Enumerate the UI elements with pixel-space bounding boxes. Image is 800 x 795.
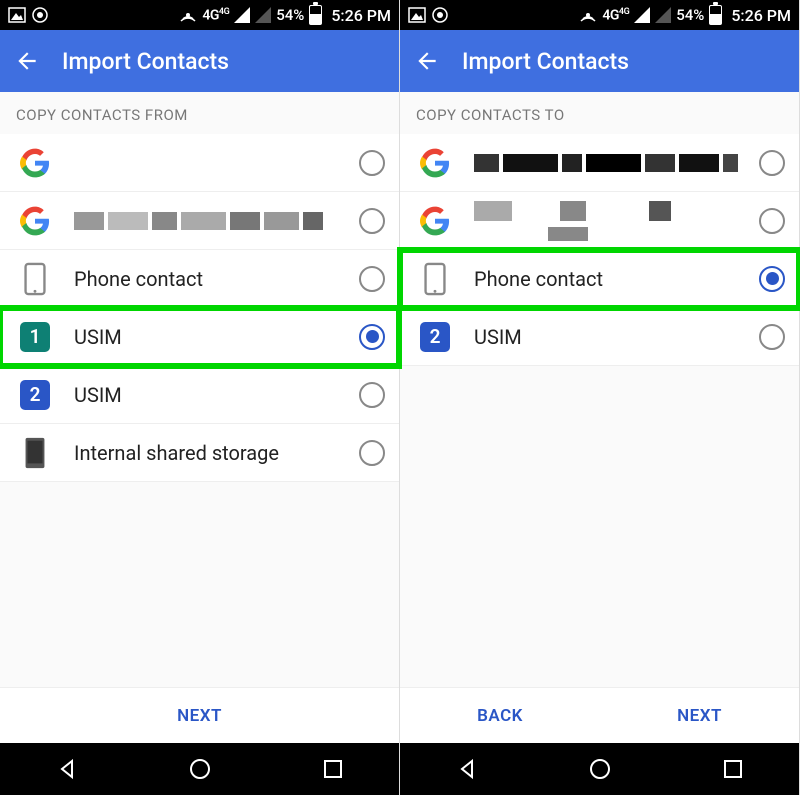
signal-icon-2 [655, 7, 671, 23]
status-clock: 5:26 PM [331, 6, 391, 25]
hotspot-icon [179, 6, 197, 24]
hotspot-icon [579, 6, 597, 24]
radio-button[interactable] [759, 208, 785, 234]
radio-button[interactable] [359, 208, 385, 234]
dest-label: Phone contact [474, 262, 759, 296]
network-type: 4G4G [602, 7, 629, 24]
network-type: 4G4G [202, 7, 229, 24]
status-bar: 4G4G 54% 5:26 PM [400, 0, 799, 30]
nav-home-icon[interactable] [582, 751, 618, 787]
source-internal-storage[interactable]: Internal shared storage [0, 424, 399, 482]
dest-label: USIM [474, 320, 759, 354]
source-label [74, 146, 359, 180]
signal-icon-2 [255, 7, 271, 23]
nav-home-icon[interactable] [182, 751, 218, 787]
sim2-icon: 2 [418, 320, 452, 354]
section-header-from: COPY CONTACTS FROM [0, 92, 399, 134]
radio-button[interactable] [359, 382, 385, 408]
nav-recent-icon[interactable] [715, 751, 751, 787]
radio-button[interactable] [759, 324, 785, 350]
source-label: Internal shared storage [74, 436, 359, 470]
status-bar: 4G4G 54% 5:26 PM [0, 0, 399, 30]
redacted-label [474, 201, 759, 241]
source-google-account-1[interactable] [0, 134, 399, 192]
picture-icon [408, 7, 426, 23]
back-arrow-icon[interactable] [14, 48, 40, 74]
dest-usim-2[interactable]: 2 USIM [400, 308, 799, 366]
battery-percentage: 54% [276, 6, 304, 24]
sim1-icon: 1 [18, 320, 52, 354]
phone-icon [18, 262, 52, 296]
picture-icon [8, 7, 26, 23]
status-clock: 5:26 PM [731, 6, 791, 25]
back-arrow-icon[interactable] [414, 48, 440, 74]
source-usim-2[interactable]: 2 USIM [0, 366, 399, 424]
source-google-account-2[interactable] [0, 192, 399, 250]
battery-percentage: 54% [676, 6, 704, 24]
source-list: Phone contact 1 USIM 2 USIM Internal sha… [0, 134, 399, 482]
nav-bar [400, 743, 799, 795]
redacted-label [474, 146, 759, 180]
signal-icon-1 [234, 7, 250, 23]
source-label: Phone contact [74, 262, 359, 296]
battery-icon [709, 5, 722, 25]
nav-back-icon[interactable] [449, 751, 485, 787]
nav-recent-icon[interactable] [315, 751, 351, 787]
next-button[interactable]: NEXT [647, 696, 752, 736]
sim2-icon: 2 [18, 378, 52, 412]
redacted-label [74, 204, 359, 238]
app-bar: Import Contacts [0, 30, 399, 92]
radio-button[interactable] [359, 150, 385, 176]
google-icon [18, 146, 52, 180]
target-icon [31, 6, 49, 24]
signal-icon-1 [634, 7, 650, 23]
footer-bar: BACK NEXT [400, 687, 799, 743]
dest-google-account-2[interactable] [400, 192, 799, 250]
nav-bar [0, 743, 399, 795]
app-bar-title: Import Contacts [462, 48, 629, 75]
footer-bar: NEXT [0, 687, 399, 743]
radio-button[interactable] [759, 266, 785, 292]
section-header-to: COPY CONTACTS TO [400, 92, 799, 134]
app-bar-title: Import Contacts [62, 48, 229, 75]
dest-list: Phone contact 2 USIM [400, 134, 799, 366]
source-usim-1[interactable]: 1 USIM [0, 308, 399, 366]
google-icon [18, 204, 52, 238]
screen-right: 4G4G 54% 5:26 PM Import Contacts COPY CO… [400, 0, 800, 795]
back-button[interactable]: BACK [447, 696, 553, 736]
radio-button[interactable] [759, 150, 785, 176]
phone-icon [418, 262, 452, 296]
google-icon [418, 146, 452, 180]
radio-button[interactable] [359, 440, 385, 466]
app-bar: Import Contacts [400, 30, 799, 92]
radio-button[interactable] [359, 324, 385, 350]
nav-back-icon[interactable] [49, 751, 85, 787]
target-icon [431, 6, 449, 24]
battery-icon [309, 5, 322, 25]
next-button[interactable]: NEXT [147, 696, 252, 736]
source-label: USIM [74, 320, 359, 354]
source-label: USIM [74, 378, 359, 412]
radio-button[interactable] [359, 266, 385, 292]
storage-icon [18, 436, 52, 470]
screen-left: 4G4G 54% 5:26 PM Import Contacts COPY CO… [0, 0, 400, 795]
google-icon [418, 204, 452, 238]
dest-phone-contact[interactable]: Phone contact [400, 250, 799, 308]
dest-google-account-1[interactable] [400, 134, 799, 192]
source-phone-contact[interactable]: Phone contact [0, 250, 399, 308]
